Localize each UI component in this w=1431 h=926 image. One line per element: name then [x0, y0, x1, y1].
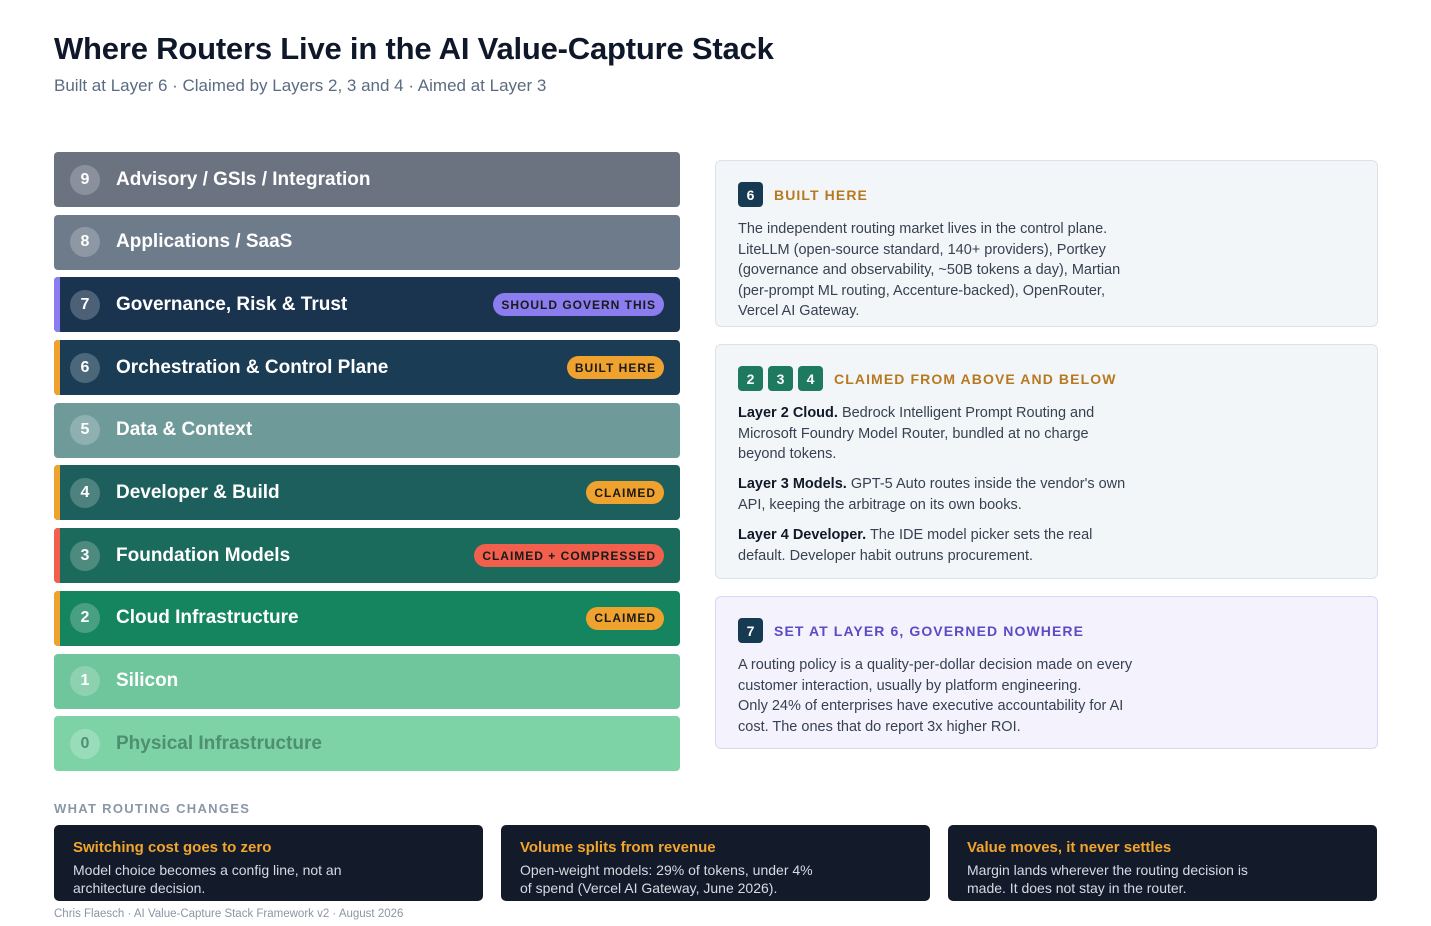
layer-name: Applications / SaaS: [116, 231, 293, 253]
layer-number: 7: [70, 289, 100, 320]
layer-row-3: 3 Foundation Models CLAIMED + COMPRESSED: [54, 528, 680, 584]
change-title: Volume splits from revenue: [520, 839, 716, 856]
layer-accent-bar: [54, 528, 60, 584]
layer-number: 6: [70, 352, 100, 383]
claimed-card: 2 3 4 CLAIMED FROM ABOVE AND BELOW Layer…: [715, 344, 1378, 579]
layer-number: 4: [70, 477, 100, 508]
built-here-header: 6 BUILT HERE: [738, 182, 1355, 207]
change-card: Switching cost goes to zero Model choice…: [54, 825, 483, 901]
governed-label: SET AT LAYER 6, GOVERNED NOWHERE: [774, 622, 1085, 639]
layer-number: 1: [70, 666, 100, 696]
claimed-item: Layer 2 Cloud. Bedrock Intelligent Promp…: [738, 405, 1095, 463]
layer-name: Orchestration & Control Plane: [116, 356, 389, 378]
layer-accent-bar: [54, 590, 60, 646]
claimed-text: Layer 2 Cloud. Bedrock Intelligent Promp…: [738, 403, 1138, 566]
change-card: Volume splits from revenue Open-weight m…: [501, 825, 930, 901]
layer-badge: BUILT HERE: [566, 356, 664, 380]
footer-credit: Chris Flaesch · AI Value-Capture Stack F…: [54, 908, 404, 920]
layer-row-7: 7 Governance, Risk & Trust SHOULD GOVERN T…: [54, 277, 680, 333]
built-here-paragraph: The independent routing market lives in …: [738, 221, 1121, 320]
layer-number: 9: [70, 164, 100, 195]
layer-name: Physical Infrastructure: [116, 732, 322, 754]
built-here-text: The independent routing market lives in …: [738, 219, 1138, 322]
layer-row-4: 4 Developer & Build CLAIMED: [54, 465, 680, 521]
layer-name: Data & Context: [116, 419, 253, 441]
governed-header: 7 SET AT LAYER 6, GOVERNED NOWHERE: [738, 618, 1355, 643]
layer-name: Cloud Infrastructure: [116, 607, 299, 629]
change-title: Value moves, it never settles: [967, 839, 1172, 856]
layer-chip: 3: [768, 366, 793, 391]
layer-name: Governance, Risk & Trust: [116, 293, 348, 315]
governed-line: Only 24% of enterprises have executive a…: [738, 698, 1124, 735]
layer-accent-bar: [54, 340, 60, 396]
claimed-item: Layer 3 Models. GPT-5 Auto routes inside…: [738, 476, 1126, 513]
layer-number: 3: [70, 540, 100, 571]
layer-row-8: 8 Applications / SaaS: [54, 214, 680, 270]
layer-name: Advisory / GSIs / Integration: [116, 168, 371, 190]
layer-badge: CLAIMED: [586, 481, 664, 505]
layer-row-1: 1 Silicon: [54, 653, 680, 709]
layer-chip: 7: [738, 618, 763, 643]
layer-chip: 4: [798, 366, 823, 391]
section-label: WHAT ROUTING CHANGES: [54, 801, 251, 816]
governed-line: A routing policy is a quality-per-dollar…: [738, 657, 1133, 694]
layer-name: Foundation Models: [116, 544, 291, 566]
layer-accent-bar: [54, 277, 60, 333]
page-title: Where Routers Live in the AI Value-Captu…: [54, 31, 774, 66]
change-card: Value moves, it never settles Margin lan…: [948, 825, 1377, 901]
claimed-item: Layer 4 Developer. The IDE model picker …: [738, 527, 1093, 564]
layer-stack: 9 Advisory / GSIs / Integration 8 Applicati…: [54, 152, 680, 779]
claimed-header: 2 3 4 CLAIMED FROM ABOVE AND BELOW: [738, 366, 1355, 391]
change-text: Model choice becomes a config line, not …: [73, 862, 342, 896]
layer-row-2: 2 Cloud Infrastructure CLAIMED: [54, 590, 680, 646]
layer-number: 2: [70, 603, 100, 634]
layer-accent-bar: [54, 465, 60, 521]
governed-nowhere-card: 7 SET AT LAYER 6, GOVERNED NOWHERE A rou…: [715, 596, 1378, 749]
built-here-card: 6 BUILT HERE The independent routing mar…: [715, 160, 1378, 327]
layer-badge: CLAIMED + COMPRESSED: [474, 544, 664, 568]
layer-chip: 2: [738, 366, 763, 391]
layer-row-9: 9 Advisory / GSIs / Integration: [54, 152, 680, 207]
layer-badge: SHOULD GOVERN THIS: [493, 293, 664, 317]
change-text: Open-weight models: 29% of tokens, under…: [520, 862, 813, 896]
layer-chip: 6: [738, 182, 763, 207]
change-text: Margin lands wherever the routing decisi…: [967, 862, 1248, 896]
claimed-label: CLAIMED FROM ABOVE AND BELOW: [834, 370, 1117, 387]
governed-text: A routing policy is a quality-per-dollar…: [738, 655, 1138, 737]
layer-row-5: 5 Data & Context: [54, 402, 680, 458]
layer-number: 0: [70, 728, 100, 759]
page-subtitle: Built at Layer 6 · Claimed by Layers 2, …: [54, 76, 547, 95]
built-here-label: BUILT HERE: [774, 186, 868, 203]
layer-badge: CLAIMED: [586, 606, 664, 630]
layer-row-0: 0 Physical Infrastructure: [54, 716, 680, 772]
layer-number: 5: [70, 415, 100, 446]
layer-number: 8: [70, 227, 100, 258]
change-title: Switching cost goes to zero: [73, 839, 272, 856]
layer-row-6: 6 Orchestration & Control Plane BUILT HERE: [54, 340, 680, 396]
layer-name: Developer & Build: [116, 481, 280, 503]
layer-name: Silicon: [116, 670, 179, 691]
